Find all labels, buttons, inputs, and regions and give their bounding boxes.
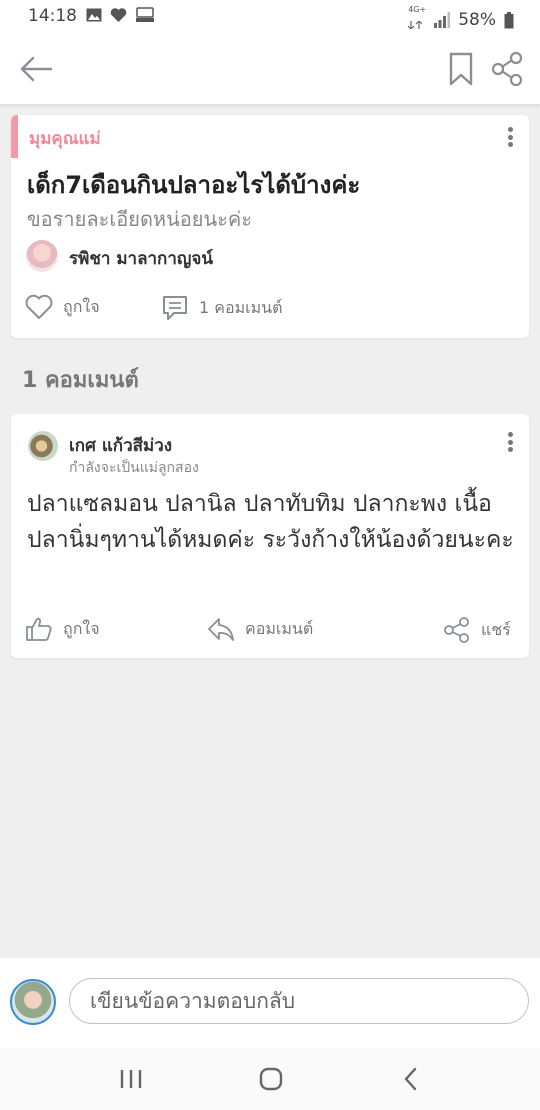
battery-icon xyxy=(504,11,514,28)
reply-bar xyxy=(0,958,540,1048)
comment-share-label: แชร์ xyxy=(481,619,511,639)
app-bar xyxy=(0,34,540,104)
post-title: เด็ก7เดือนกินปลาอะไรได้บ้างค่ะ xyxy=(27,171,361,199)
back-button[interactable] xyxy=(18,52,54,88)
comment-like-label: ถูกใจ xyxy=(63,618,100,638)
network-indicator: 4G+ xyxy=(407,5,427,34)
category-accent xyxy=(11,115,18,158)
bookmark-icon xyxy=(449,52,473,86)
back-arrow-icon xyxy=(20,56,53,82)
share-button[interactable] xyxy=(490,50,526,88)
post-category[interactable]: มุมคุณแม่ xyxy=(29,125,101,152)
comment-bubble-icon xyxy=(163,296,187,320)
post-like-label: ถูกใจ xyxy=(63,296,100,316)
reply-input[interactable] xyxy=(69,978,529,1024)
reply-arrow-icon xyxy=(208,618,234,641)
post-comment-label: 1 คอมเมนต์ xyxy=(199,297,283,317)
comment-card: เกศ แก้วสีม่วง กำลังจะเป็นแม่ลูกสอง ปลาแ… xyxy=(11,414,529,658)
post-more-button[interactable] xyxy=(502,123,518,151)
chevron-left-icon xyxy=(404,1067,417,1091)
comment-actions: ถูกใจ คอมเมนต์ แชร์ xyxy=(25,616,515,646)
post-like-button[interactable]: ถูกใจ xyxy=(25,294,100,320)
share-icon xyxy=(491,51,523,87)
data-arrows-icon xyxy=(407,20,423,30)
comment-body: ปลาแซลมอน ปลานิล ปลาทับทิม ปลากะพง เนื้อ… xyxy=(27,491,514,553)
share-icon xyxy=(444,617,469,643)
home-button[interactable] xyxy=(256,1066,286,1092)
commenter-status: กำลังจะเป็นแม่ลูกสอง xyxy=(69,460,199,476)
image-icon xyxy=(86,8,102,22)
comments-header: 1 คอมเมนต์ xyxy=(22,368,139,393)
status-right: 4G+ 58% xyxy=(407,5,514,34)
status-time: 14:18 xyxy=(28,6,77,26)
more-dots-icon xyxy=(507,432,513,437)
recent-apps-button[interactable] xyxy=(116,1066,146,1092)
blast-icon xyxy=(136,7,154,22)
user-avatar[interactable] xyxy=(10,979,56,1025)
bookmark-button[interactable] xyxy=(446,50,476,88)
comment-more-button[interactable] xyxy=(502,428,518,456)
post-comment-button[interactable]: 1 คอมเมนต์ xyxy=(161,294,282,322)
author-name[interactable]: รพิชา มาลากาญจน์ xyxy=(69,245,213,272)
signal-icon xyxy=(434,12,451,28)
post-card: มุมคุณแม่ เด็ก7เดือนกินปลาอะไรได้บ้างค่ะ… xyxy=(11,115,529,338)
comment-like-button[interactable]: ถูกใจ xyxy=(25,616,100,642)
comment-share-button[interactable]: แชร์ xyxy=(443,616,511,644)
network-type: 4G+ xyxy=(408,5,427,14)
post-actions: ถูกใจ 1 คอมเมนต์ xyxy=(25,290,515,324)
heart-icon xyxy=(110,7,127,22)
commenter-avatar[interactable] xyxy=(28,431,58,461)
comment-reply-button[interactable]: คอมเมนต์ xyxy=(207,616,313,642)
notification-icons xyxy=(86,7,155,23)
system-nav-bar xyxy=(0,1048,540,1110)
recent-apps-icon xyxy=(120,1070,142,1088)
author-avatar[interactable] xyxy=(26,240,58,272)
more-dots-icon xyxy=(507,127,513,132)
system-back-button[interactable] xyxy=(396,1066,426,1092)
post-subtitle: ขอรายละเอียดหน่อยนะค่ะ xyxy=(27,207,253,231)
battery-percent: 58% xyxy=(458,10,496,30)
thumbs-up-icon xyxy=(26,617,52,641)
commenter-name[interactable]: เกศ แก้วสีม่วง xyxy=(69,432,172,459)
home-icon xyxy=(259,1067,283,1091)
heart-outline-icon xyxy=(25,294,53,319)
status-bar: 14:18 4G+ 58% xyxy=(0,0,540,34)
comment-reply-label: คอมเมนต์ xyxy=(245,618,314,638)
